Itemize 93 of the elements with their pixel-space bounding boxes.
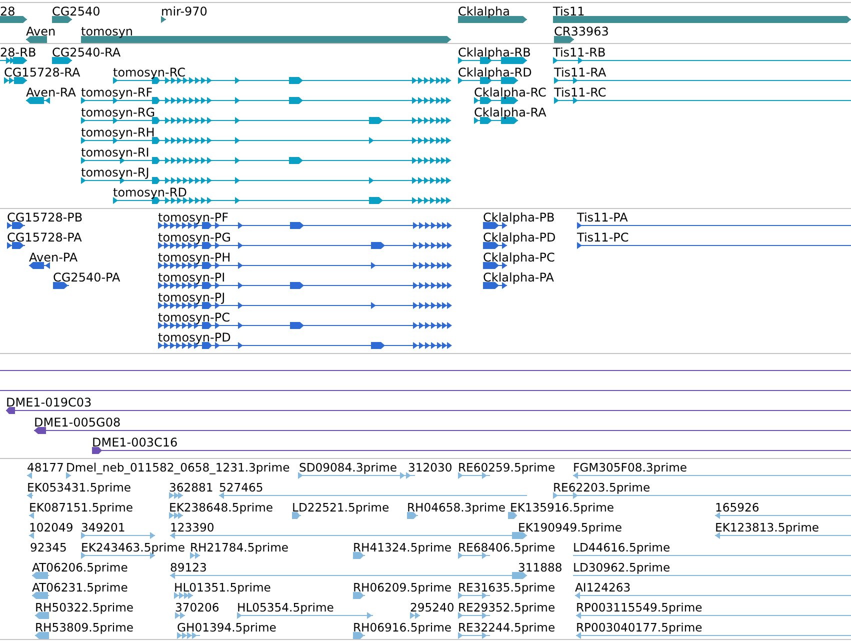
- feature-label: tomosyn-RG: [81, 106, 156, 120]
- feature-label: 370206: [175, 600, 220, 614]
- feature-label: tomosyn-PJ: [158, 290, 226, 304]
- feature-label: EK123813.5prime: [715, 520, 820, 534]
- feature-label: RP003040177.5prime: [576, 620, 702, 634]
- feature-label: Cklalpha-PA: [483, 270, 554, 284]
- feature-label: Aven: [26, 24, 56, 38]
- feature-label: 311888: [518, 560, 562, 574]
- feature-label: HL01351.5prime: [174, 580, 271, 594]
- feature-label: 527465: [219, 480, 264, 494]
- feature-label: RH06209.5prime: [353, 580, 452, 594]
- feature-label: mir-970: [161, 4, 208, 18]
- feature-label: RH53809.5prime: [35, 620, 134, 634]
- feature-label: 28: [0, 4, 16, 18]
- feature-label: Cklalpha-RD: [458, 66, 532, 80]
- feature-label: Cklalpha-PD: [483, 230, 556, 244]
- feature-label: SD09084.3prime: [299, 460, 398, 474]
- feature-label: 102049: [29, 520, 74, 534]
- feature-label: RH50322.5prime: [35, 600, 134, 614]
- feature-label: RE60259.5prime: [458, 460, 556, 474]
- feature-label: tomosyn: [81, 24, 134, 38]
- feature-label: Cklalpha-PB: [483, 210, 555, 224]
- feature-label: RH41324.5prime: [353, 540, 452, 554]
- feature-label: 123390: [170, 520, 214, 534]
- feature-label: Cklalpha-RA: [474, 106, 546, 120]
- feature-label: RH06916.5prime: [353, 620, 452, 634]
- feature-label: CR33963: [554, 24, 609, 38]
- feature-label: 165926: [715, 500, 760, 514]
- feature-label: RE62203.5prime: [553, 480, 650, 494]
- feature-label: DME1-005G08: [34, 416, 121, 430]
- feature-label: CG2540-PA: [53, 270, 120, 284]
- feature-label: LD44616.5prime: [573, 540, 670, 554]
- feature-label: Cklalpha-RB: [458, 46, 531, 60]
- feature-label: CG2540: [52, 4, 100, 18]
- feature-label: RH04658.3prime: [407, 500, 506, 514]
- feature-label: 92345: [30, 540, 67, 554]
- feature-label: 349201: [81, 520, 126, 534]
- feature-label: CG15728-PB: [7, 210, 83, 224]
- feature-label: 48177: [27, 460, 64, 474]
- feature-label: CG15728-PA: [7, 230, 82, 244]
- feature-label: AT06231.5prime: [32, 580, 128, 594]
- feature-label: RP003115549.5prime: [576, 600, 702, 614]
- feature-label: EK190949.5prime: [518, 520, 622, 534]
- feature-label: tomosyn-PH: [158, 250, 231, 264]
- feature-label: tomosyn-PI: [158, 270, 226, 284]
- feature-label: CG2540-RA: [52, 46, 121, 60]
- feature-label: EK243463.5prime: [81, 540, 186, 554]
- feature-label: Cklalpha-RC: [474, 86, 546, 100]
- feature-label: tomosyn-PG: [158, 230, 231, 244]
- feature-label: tomosyn-RC: [113, 66, 186, 80]
- feature-label: Aven-PA: [29, 250, 78, 264]
- feature-label: Aven-RA: [26, 86, 76, 100]
- feature-label: tomosyn-RD: [113, 186, 187, 200]
- feature-label: AI124263: [575, 580, 631, 594]
- feature-label: Tis11-RC: [554, 86, 606, 100]
- feature-label: Tis11-PA: [577, 210, 628, 224]
- feature-label: GH01394.5prime: [177, 620, 276, 634]
- feature-label: RH21784.5prime: [190, 540, 288, 554]
- feature-label: EK238648.5prime: [169, 500, 274, 514]
- feature-label: DME1-003C16: [92, 436, 178, 450]
- feature-label: tomosyn-RF: [81, 86, 153, 100]
- feature-label: LD30962.5prime: [573, 560, 670, 574]
- feature-label: EK053431.5prime: [27, 480, 132, 494]
- feature-label: Tis11-RA: [554, 66, 606, 80]
- feature-label: FGM305F08.3prime: [573, 460, 688, 474]
- feature-label: RE68406.5prime: [458, 540, 556, 554]
- feature-label: tomosyn-PC: [158, 310, 230, 324]
- feature-label: Cklalpha: [458, 4, 510, 18]
- feature-label: 362881: [169, 480, 214, 494]
- feature-label: AT06206.5prime: [32, 560, 128, 574]
- feature-label: tomosyn-RI: [81, 146, 150, 160]
- feature-label: 89123: [170, 560, 207, 574]
- feature-label: RE32244.5prime: [458, 620, 556, 634]
- feature-label: tomosyn-RJ: [81, 166, 150, 180]
- feature-label: Tis11-RB: [553, 46, 606, 60]
- feature-label: EK087151.5prime: [29, 500, 134, 514]
- feature-label: RE29352.5prime: [458, 600, 556, 614]
- feature-label: 295240: [410, 600, 454, 614]
- feature-label: 28-RB: [0, 46, 36, 60]
- feature-label: LD22521.5prime: [292, 500, 390, 514]
- feature-label: 312030: [408, 460, 452, 474]
- feature-label: tomosyn-PF: [158, 210, 229, 224]
- feature-label: Tis11: [553, 4, 585, 18]
- feature-label: HL05354.5prime: [237, 600, 334, 614]
- feature-label: tomosyn-RH: [81, 126, 155, 140]
- feature-label: EK135916.5prime: [510, 500, 614, 514]
- feature-label: Tis11-PC: [577, 230, 629, 244]
- feature-label: Cklalpha-PC: [483, 250, 555, 264]
- feature-label: tomosyn-PD: [158, 330, 231, 344]
- feature-label: Dmel_neb_011582_0658_1231.3prime: [66, 460, 290, 474]
- feature-label: RE31635.5prime: [458, 580, 556, 594]
- feature-label: CG15728-RA: [4, 66, 80, 80]
- feature-label: DME1-019C03: [6, 396, 92, 410]
